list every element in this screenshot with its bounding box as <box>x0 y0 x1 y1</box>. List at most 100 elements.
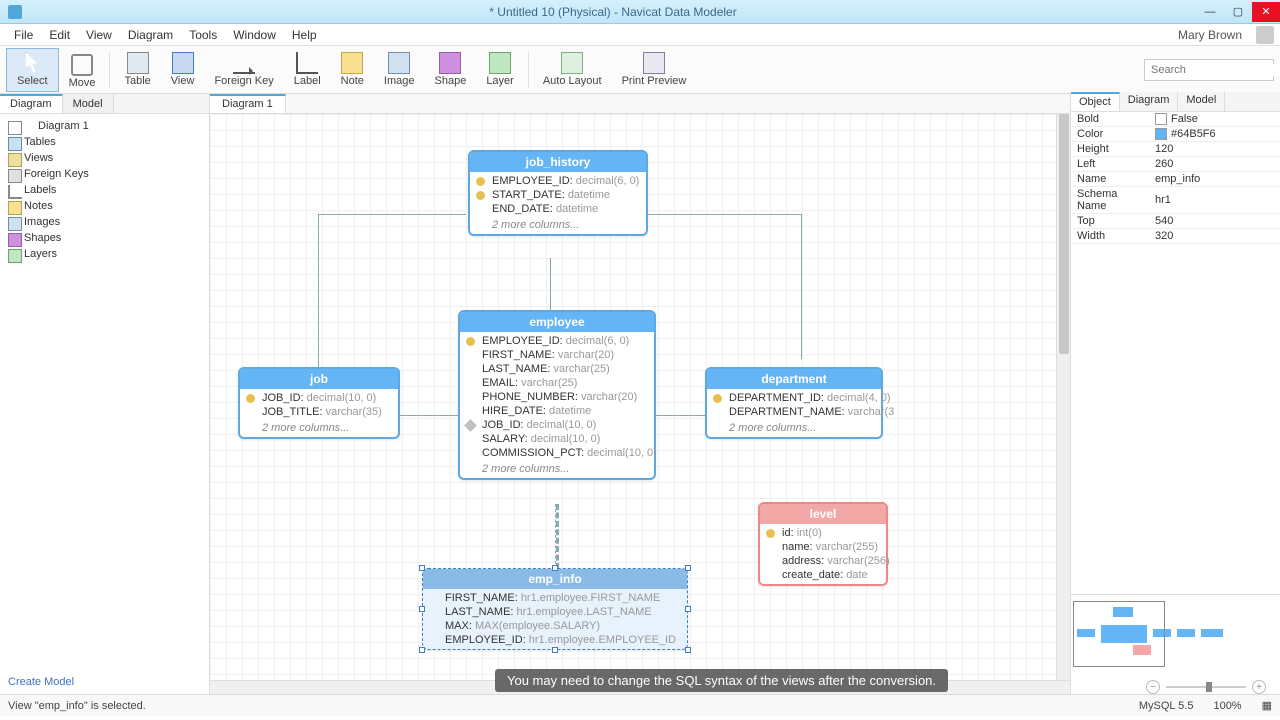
tree-shapes[interactable]: Shapes <box>0 230 209 246</box>
zoom-out-button[interactable]: − <box>1146 680 1160 694</box>
column-row[interactable]: JOB_ID: decimal(10, 0) <box>460 418 654 432</box>
menu-file[interactable]: File <box>6 28 41 42</box>
right-panel: Object Diagram Model BoldFalseColor#64B5… <box>1070 94 1280 694</box>
column-row[interactable]: EMPLOYEE_ID: decimal(6, 0) <box>470 174 646 188</box>
table-department[interactable]: department DEPARTMENT_ID: decimal(4, 0)D… <box>705 367 883 439</box>
create-model-link[interactable]: Create Model <box>0 670 209 694</box>
label-icon <box>296 52 318 74</box>
tool-auto-layout[interactable]: Auto Layout <box>533 48 612 92</box>
tab-model-r[interactable]: Model <box>1178 92 1225 111</box>
tab-object[interactable]: Object <box>1071 92 1120 111</box>
tool-fk[interactable]: Foreign Key <box>204 48 283 92</box>
tool-move[interactable]: Move <box>59 48 106 92</box>
tool-select[interactable]: Select <box>6 48 59 92</box>
tree-images[interactable]: Images <box>0 214 209 230</box>
column-row[interactable]: JOB_ID: decimal(10, 0) <box>240 391 398 405</box>
column-row[interactable]: FIRST_NAME: hr1.employee.FIRST_NAME <box>423 591 687 605</box>
tool-label[interactable]: Label <box>284 48 331 92</box>
window-title: * Untitled 10 (Physical) - Navicat Data … <box>30 5 1196 19</box>
user-area[interactable]: Mary Brown <box>1170 26 1274 44</box>
column-row[interactable]: name: varchar(255) <box>760 540 886 554</box>
column-row[interactable]: EMAIL: varchar(25) <box>460 376 654 390</box>
zoom-slider[interactable] <box>1166 686 1246 688</box>
property-row[interactable]: Width320 <box>1071 229 1280 244</box>
menu-view[interactable]: View <box>78 28 120 42</box>
menu-diagram[interactable]: Diagram <box>120 28 181 42</box>
column-row[interactable]: JOB_TITLE: varchar(35) <box>240 405 398 419</box>
menubar: File Edit View Diagram Tools Window Help… <box>0 24 1280 46</box>
tree-diagram1[interactable]: Diagram 1 <box>0 118 209 134</box>
search-box[interactable]: 🔍 <box>1144 59 1274 81</box>
property-row[interactable]: Schema Namehr1 <box>1071 187 1280 214</box>
canvas-tab-diagram1[interactable]: Diagram 1 <box>210 94 286 113</box>
column-row[interactable]: FIRST_NAME: varchar(20) <box>460 348 654 362</box>
property-row[interactable]: BoldFalse <box>1071 112 1280 127</box>
tab-diagram-r[interactable]: Diagram <box>1120 92 1179 111</box>
tool-view[interactable]: View <box>161 48 205 92</box>
column-row[interactable]: HIRE_DATE: datetime <box>460 404 654 418</box>
column-row[interactable]: LAST_NAME: hr1.employee.LAST_NAME <box>423 605 687 619</box>
note-icon <box>341 52 363 74</box>
tree-labels[interactable]: Labels <box>0 182 209 198</box>
column-row[interactable]: PHONE_NUMBER: varchar(20) <box>460 390 654 404</box>
table-job[interactable]: job JOB_ID: decimal(10, 0)JOB_TITLE: var… <box>238 367 400 439</box>
status-db: MySQL 5.5 <box>1139 700 1194 712</box>
column-row[interactable]: LAST_NAME: varchar(25) <box>460 362 654 376</box>
app-icon <box>8 5 22 19</box>
tool-table[interactable]: Table <box>114 48 160 92</box>
column-row[interactable]: DEPARTMENT_NAME: varchar(3 <box>707 405 881 419</box>
tool-image[interactable]: Image <box>374 48 425 92</box>
property-row[interactable]: Left260 <box>1071 157 1280 172</box>
property-row[interactable]: Top540 <box>1071 214 1280 229</box>
vertical-scrollbar[interactable] <box>1056 114 1070 680</box>
tool-print-preview[interactable]: Print Preview <box>612 48 697 92</box>
table-level[interactable]: level id: int(0)name: varchar(255)addres… <box>758 502 888 586</box>
column-row[interactable]: SALARY: decimal(10, 0) <box>460 432 654 446</box>
property-row[interactable]: Color#64B5F6 <box>1071 127 1280 142</box>
tool-note[interactable]: Note <box>331 48 374 92</box>
menu-tools[interactable]: Tools <box>181 28 225 42</box>
zoom-in-button[interactable]: + <box>1252 680 1266 694</box>
print-icon <box>643 52 665 74</box>
table-employee[interactable]: employee EMPLOYEE_ID: decimal(6, 0)FIRST… <box>458 310 656 480</box>
column-row[interactable]: create_date: date <box>760 568 886 582</box>
column-row[interactable]: END_DATE: datetime <box>470 202 646 216</box>
left-panel: Diagram Model Diagram 1 Tables Views For… <box>0 94 210 694</box>
tool-shape[interactable]: Shape <box>425 48 477 92</box>
tree-foreign-keys[interactable]: Foreign Keys <box>0 166 209 182</box>
status-zoom: 100% <box>1213 700 1241 712</box>
column-row[interactable]: id: int(0) <box>760 526 886 540</box>
maximize-button[interactable]: ▢ <box>1224 2 1252 22</box>
close-button[interactable]: ✕ <box>1252 2 1280 22</box>
canvas[interactable]: job_history EMPLOYEE_ID: decimal(6, 0)ST… <box>210 114 1070 694</box>
column-row[interactable]: EMPLOYEE_ID: hr1.employee.EMPLOYEE_ID <box>423 633 687 647</box>
menu-edit[interactable]: Edit <box>41 28 78 42</box>
table-header: employee <box>460 312 654 332</box>
table-header: level <box>760 504 886 524</box>
column-row[interactable]: EMPLOYEE_ID: decimal(6, 0) <box>460 334 654 348</box>
property-row[interactable]: Height120 <box>1071 142 1280 157</box>
column-row[interactable]: DEPARTMENT_ID: decimal(4, 0) <box>707 391 881 405</box>
table-header: job_history <box>470 152 646 172</box>
tool-layer[interactable]: Layer <box>476 48 524 92</box>
property-row[interactable]: Nameemp_info <box>1071 172 1280 187</box>
minimap[interactable] <box>1071 594 1280 694</box>
search-input[interactable] <box>1151 64 1280 76</box>
column-row[interactable]: address: varchar(256) <box>760 554 886 568</box>
table-job-history[interactable]: job_history EMPLOYEE_ID: decimal(6, 0)ST… <box>468 150 648 236</box>
tree-notes[interactable]: Notes <box>0 198 209 214</box>
column-row[interactable]: MAX: MAX(employee.SALARY) <box>423 619 687 633</box>
status-text: View "emp_info" is selected. <box>8 700 146 712</box>
minimize-button[interactable]: — <box>1196 2 1224 22</box>
column-row[interactable]: COMMISSION_PCT: decimal(10, 0) <box>460 446 654 460</box>
menu-help[interactable]: Help <box>284 28 325 42</box>
tree-views[interactable]: Views <box>0 150 209 166</box>
column-row[interactable]: START_DATE: datetime <box>470 188 646 202</box>
menu-window[interactable]: Window <box>225 28 284 42</box>
tree-tables[interactable]: Tables <box>0 134 209 150</box>
grid-icon[interactable]: ▦ <box>1262 699 1272 712</box>
tab-model[interactable]: Model <box>63 94 114 113</box>
tab-diagram[interactable]: Diagram <box>0 94 63 113</box>
tree-layers[interactable]: Layers <box>0 246 209 262</box>
view-emp-info[interactable]: emp_info FIRST_NAME: hr1.employee.FIRST_… <box>422 568 688 650</box>
